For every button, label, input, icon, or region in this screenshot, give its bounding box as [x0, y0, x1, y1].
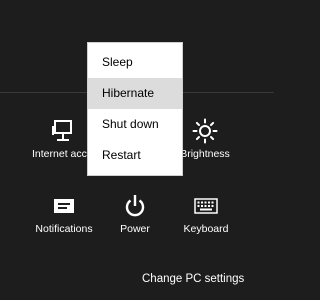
power-menu-hibernate[interactable]: Hibernate [88, 78, 182, 109]
notifications-tile[interactable]: Notifications [24, 193, 104, 235]
settings-charm-panel: Internet access Brightness [0, 0, 274, 300]
notifications-icon [24, 193, 104, 219]
keyboard-label: Keyboard [183, 223, 229, 235]
power-label: Power [120, 223, 150, 235]
power-menu-sleep[interactable]: Sleep [88, 47, 182, 78]
keyboard-tile[interactable]: Keyboard [166, 193, 246, 235]
power-icon [95, 193, 175, 219]
power-menu-restart[interactable]: Restart [88, 140, 182, 171]
power-menu-shut-down[interactable]: Shut down [88, 109, 182, 140]
notifications-label: Notifications [35, 223, 93, 235]
change-pc-settings-link[interactable]: Change PC settings [142, 273, 244, 285]
power-tile[interactable]: Power [95, 193, 175, 235]
keyboard-icon [166, 193, 246, 219]
power-menu: Sleep Hibernate Shut down Restart [87, 42, 183, 176]
